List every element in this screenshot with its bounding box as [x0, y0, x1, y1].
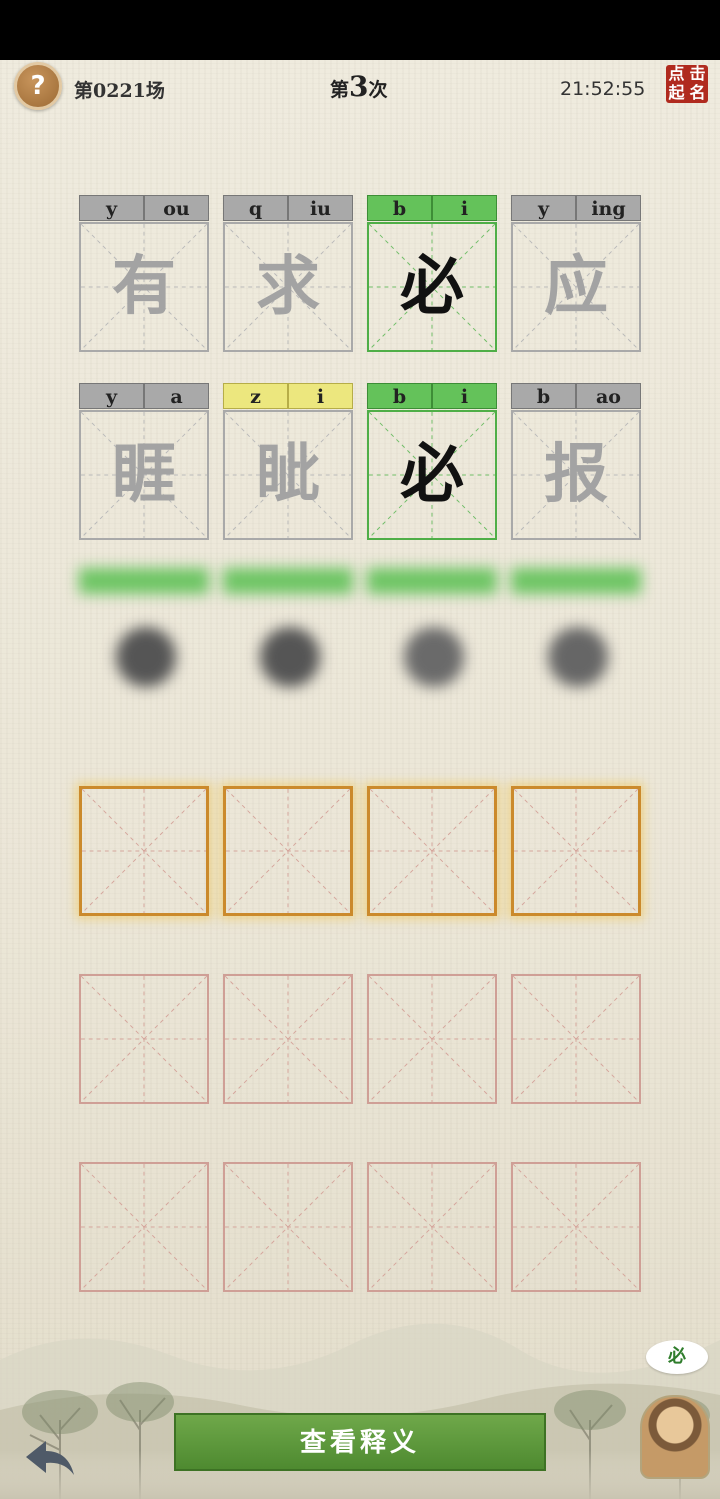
seal-char: 起 [668, 83, 685, 102]
guess-cell: bi 必 [367, 383, 497, 540]
hidden-cell [79, 568, 209, 725]
status-bar [0, 0, 720, 60]
pinyin-initial: z [223, 383, 288, 409]
attempt-suffix: 次 [368, 79, 388, 101]
pinyin-final: ao [576, 383, 641, 409]
guess-cell: b ao 报 [511, 383, 641, 540]
confucius-avatar[interactable] [640, 1395, 710, 1479]
guess-character: 应 [544, 249, 608, 324]
pinyin-initial: b [367, 383, 432, 409]
guess-row: y ou 有 q iu 求 b i 必 y ing 应 [79, 195, 641, 353]
pinyin-final: i [432, 195, 497, 221]
hidden-cell [511, 568, 641, 725]
clock: 21:52:55 [560, 78, 646, 100]
active-input-box[interactable] [511, 786, 641, 916]
guess-character: 必 [400, 249, 464, 324]
pinyin-final: i [432, 383, 497, 409]
pinyin-initial: b [367, 195, 432, 221]
active-input-box[interactable] [79, 786, 209, 916]
naming-seal-button[interactable]: 点 击 起 名 [666, 65, 708, 103]
empty-input-box [367, 974, 497, 1104]
guess-character: 有 [112, 249, 176, 324]
help-button[interactable]: ? [14, 62, 62, 110]
guess-character: 必 [400, 437, 464, 512]
character-box: 必 [367, 222, 497, 352]
guess-character: 报 [544, 437, 608, 512]
pinyin-label: q iu [223, 195, 353, 221]
pinyin-final: ou [144, 195, 209, 221]
character-box: 睚 [79, 410, 209, 540]
help-icon: ? [30, 71, 46, 101]
empty-input-box [223, 1162, 353, 1292]
seal-char: 击 [689, 64, 706, 83]
view-meaning-button[interactable]: 查看释义 [174, 1413, 546, 1471]
pinyin-initial: y [79, 383, 144, 409]
character-box: 应 [511, 222, 641, 352]
empty-input-box [511, 1162, 641, 1292]
pinyin-initial: y [511, 195, 576, 221]
guess-character: 求 [256, 249, 320, 324]
hint-bubble: 必 [646, 1340, 708, 1374]
hidden-cell [367, 568, 497, 725]
empty-input-box [79, 974, 209, 1104]
guess-cell: y ou 有 [79, 195, 209, 352]
hidden-cell [223, 568, 353, 725]
empty-input-box [79, 1162, 209, 1292]
guess-cell: q iu 求 [223, 195, 353, 352]
guess-cell: y ing 应 [511, 195, 641, 352]
pinyin-label: b ao [511, 383, 641, 409]
guess-cell: bi 必 [367, 195, 497, 352]
guess-character: 睚 [112, 437, 176, 512]
guess-row: y a 睚 z i 眦 b i 必 b ao 报 [79, 383, 641, 541]
attempt-number: 3 [349, 70, 369, 103]
character-box: 有 [79, 222, 209, 352]
pinyin-label: ya [79, 383, 209, 409]
seal-char: 点 [668, 64, 685, 83]
empty-input-box [367, 1162, 497, 1292]
active-input-box[interactable] [367, 786, 497, 916]
guess-character: 眦 [256, 437, 320, 512]
empty-input-box [223, 974, 353, 1104]
attempt-prefix: 第 [330, 79, 350, 101]
character-box: 必 [367, 410, 497, 540]
pinyin-label: bi [367, 383, 497, 409]
pinyin-initial: y [79, 195, 144, 221]
pinyin-final: ing [576, 195, 641, 221]
pinyin-final: iu [288, 195, 353, 221]
pinyin-initial: b [511, 383, 576, 409]
pinyin-label: y ing [511, 195, 641, 221]
pinyin-initial: q [223, 195, 288, 221]
character-box: 报 [511, 410, 641, 540]
character-box: 求 [223, 222, 353, 352]
guess-cell: zi 眦 [223, 383, 353, 540]
pinyin-label: zi [223, 383, 353, 409]
guess-cell: ya 睚 [79, 383, 209, 540]
pinyin-label: bi [367, 195, 497, 221]
character-box: 眦 [223, 410, 353, 540]
pinyin-label: y ou [79, 195, 209, 221]
round-number: 第0221场 [74, 80, 165, 102]
pinyin-final: a [144, 383, 209, 409]
empty-input-box [511, 974, 641, 1104]
back-arrow-icon[interactable] [22, 1435, 78, 1481]
active-input-box[interactable] [223, 786, 353, 916]
hidden-answer-row [79, 568, 641, 726]
pinyin-final: i [288, 383, 353, 409]
seal-char: 名 [689, 83, 706, 102]
attempt-counter: 第3次 [330, 70, 388, 103]
